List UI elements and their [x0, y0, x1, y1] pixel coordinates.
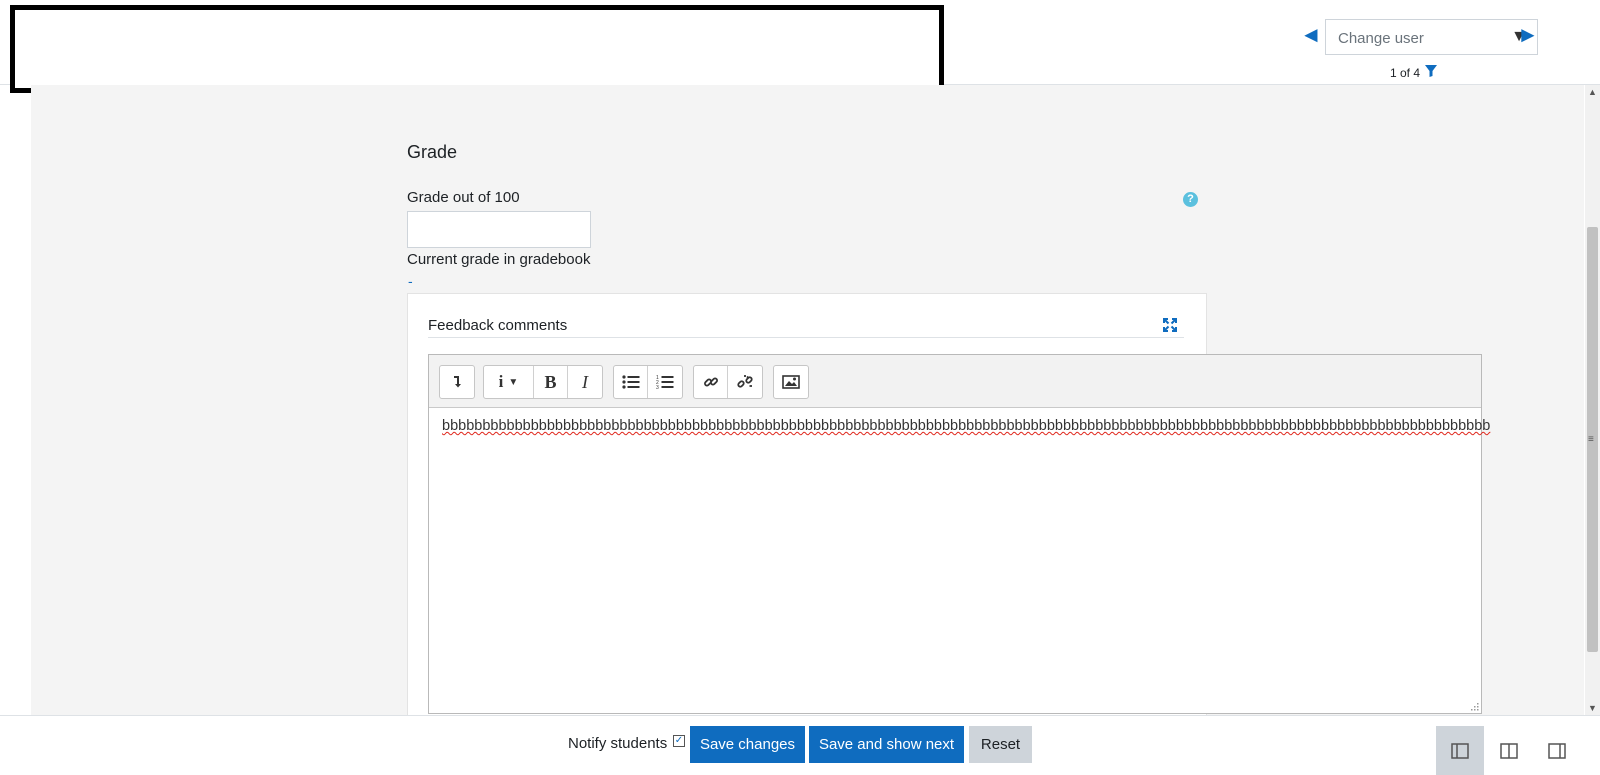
vertical-scrollbar[interactable]: ▲ ≡ ▼	[1585, 85, 1600, 715]
scroll-up-icon[interactable]: ▲	[1588, 87, 1597, 97]
svg-text:3: 3	[656, 385, 659, 390]
toolbar-group-style: i ▼ B I	[483, 365, 603, 399]
grade-input[interactable]	[407, 211, 591, 248]
layout-split-icon	[1500, 742, 1518, 759]
link-icon[interactable]	[694, 366, 728, 398]
collapse-review-panel-button[interactable]	[1436, 726, 1484, 775]
user-counter: 1 of 4	[1390, 66, 1421, 80]
previous-user-icon[interactable]: ◄	[1300, 24, 1322, 46]
redacted-region	[10, 5, 944, 93]
default-layout-button[interactable]	[1485, 726, 1533, 775]
layout-right-icon	[1548, 742, 1566, 759]
toolbar-group-links	[693, 365, 763, 399]
feedback-text[interactable]: bbbbbbbbbbbbbbbbbbbbbbbbbbbbbbbbbbbbbbbb…	[442, 418, 1490, 434]
help-icon[interactable]: ?	[1183, 192, 1198, 207]
current-grade-value[interactable]: -	[408, 273, 413, 289]
current-grade-label: Current grade in gradebook	[407, 251, 591, 268]
image-icon[interactable]	[774, 366, 808, 398]
notify-students-checkbox[interactable]: ✓	[673, 735, 685, 747]
scroll-down-icon[interactable]: ▼	[1588, 703, 1597, 713]
filter-icon[interactable]	[1424, 64, 1438, 78]
feedback-editor[interactable]: i ▼ B I 123 bbbbbbbbbbbbbbbbbbbbbbbbbbbb…	[428, 354, 1490, 714]
reset-button[interactable]: Reset	[969, 726, 1032, 763]
arrow-down-icon[interactable]	[440, 366, 474, 398]
save-changes-button[interactable]: Save changes	[690, 726, 805, 763]
bold-icon[interactable]: B	[534, 366, 568, 398]
scroll-grip-icon: ≡	[1588, 434, 1594, 445]
next-user-icon[interactable]: ►	[1517, 24, 1539, 46]
toolbar-group-more	[439, 365, 475, 399]
change-user-select[interactable]: Change user ▼	[1325, 19, 1538, 55]
divider	[428, 337, 1184, 338]
grade-out-of-label: Grade out of 100	[407, 189, 520, 206]
grade-heading: Grade	[407, 142, 458, 162]
save-and-show-next-button[interactable]: Save and show next	[809, 726, 964, 763]
numbered-list-icon[interactable]: 123	[648, 366, 682, 398]
grading-header: ◄ Change user ▼ ► 1 of 4	[0, 0, 1600, 93]
toolbar-group-lists: 123	[613, 365, 683, 399]
collapse-grade-panel-button[interactable]	[1533, 726, 1581, 775]
grading-actions: Notify students ✓ Save changes Save and …	[0, 715, 1600, 775]
notify-students-label: Notify students	[568, 735, 668, 752]
italic-icon[interactable]: I	[568, 366, 602, 398]
expand-icon[interactable]	[1162, 317, 1178, 333]
layout-left-icon	[1451, 742, 1469, 759]
feedback-comments-label: Feedback comments	[428, 317, 568, 334]
unlink-icon[interactable]	[728, 366, 762, 398]
bullet-list-icon[interactable]	[614, 366, 648, 398]
toolbar-group-media	[773, 365, 809, 399]
change-user-placeholder: Change user	[1338, 30, 1424, 47]
info-icon[interactable]: i ▼	[484, 366, 534, 398]
resize-handle-icon[interactable]	[1470, 702, 1479, 711]
editor-toolbar: i ▼ B I 123	[429, 355, 1481, 408]
